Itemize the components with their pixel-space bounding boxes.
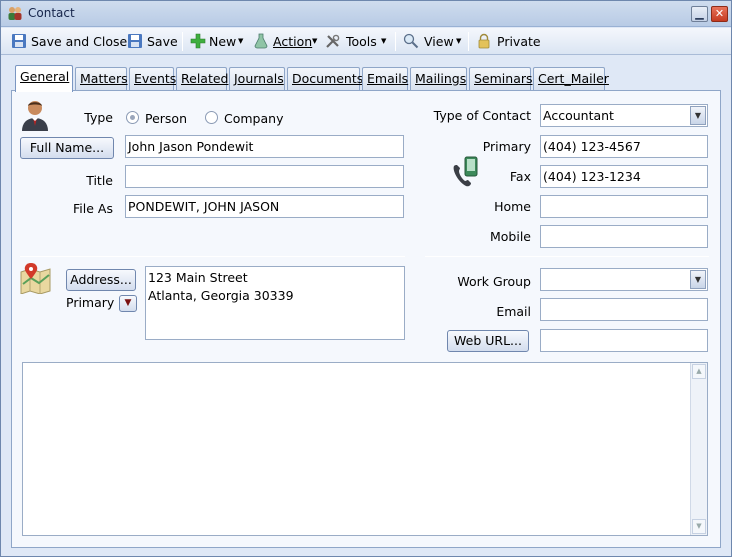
private-label: Private <box>497 34 541 49</box>
notes-scrollbar[interactable]: ▲ ▼ <box>690 363 707 535</box>
scroll-down-icon[interactable]: ▼ <box>692 519 706 534</box>
contacts-app-icon <box>8 7 22 20</box>
flask-icon <box>254 33 268 49</box>
chevron-down-icon: ▼ <box>238 37 244 45</box>
window-title: Contact <box>28 6 75 20</box>
person-icon <box>22 101 48 131</box>
web-url-button[interactable]: Web URL... <box>447 330 529 352</box>
scroll-up-icon[interactable]: ▲ <box>692 364 706 379</box>
type-person-label: Person <box>145 111 188 126</box>
section-divider <box>20 256 405 257</box>
address-line-1: 123 Main Street <box>148 270 248 285</box>
tab-cert-mailer[interactable]: Cert_Mailer <box>533 67 609 91</box>
chevron-down-icon: ▼ <box>312 37 318 45</box>
private-toggle-button[interactable]: Private <box>476 31 541 52</box>
toolbar-separator <box>468 32 469 51</box>
new-menu-button[interactable]: New ▼ <box>190 31 246 52</box>
map-pin-icon <box>20 263 51 294</box>
type-company-label: Company <box>224 111 284 126</box>
address-type-dropdown[interactable]: ▼ <box>119 295 137 312</box>
action-label: Action <box>273 34 313 49</box>
plus-icon <box>190 33 206 49</box>
title-field[interactable] <box>125 165 404 188</box>
view-menu-button[interactable]: View ▼ <box>403 31 463 52</box>
address-button[interactable]: Address... <box>66 269 136 291</box>
notes-textarea[interactable]: ▲ ▼ <box>22 362 708 536</box>
save-label: Save <box>147 34 178 49</box>
tab-mailings[interactable]: Mailings <box>410 67 467 91</box>
chevron-down-icon: ▼ <box>456 37 462 45</box>
file-as-label: File As <box>73 201 113 216</box>
email-field[interactable] <box>540 298 708 321</box>
chevron-down-icon[interactable]: ▼ <box>690 106 706 125</box>
save-and-close-button[interactable]: Save and Close <box>11 31 127 52</box>
tab-events[interactable]: Events <box>129 67 176 91</box>
tools-label: Tools <box>346 34 377 49</box>
file-as-field[interactable]: PONDEWIT, JOHN JASON <box>125 195 404 218</box>
mobile-phone-field[interactable] <box>540 225 708 248</box>
tools-menu-button[interactable]: Tools ▼ <box>325 31 389 52</box>
save-close-icon <box>12 34 26 48</box>
tab-documents[interactable]: Documents <box>287 67 363 91</box>
type-person-radio[interactable] <box>126 111 139 124</box>
save-close-label: Save and Close <box>31 34 128 49</box>
minimize-button[interactable]: ▁ <box>691 6 708 22</box>
tab-emails[interactable]: Emails <box>362 67 408 91</box>
close-button[interactable]: ✕ <box>711 6 728 22</box>
toolbar-separator <box>395 32 396 51</box>
section-divider <box>425 256 709 257</box>
fax-field[interactable]: (404) 123-1234 <box>540 165 708 188</box>
save-button[interactable]: Save <box>127 31 178 52</box>
lock-icon <box>478 33 490 49</box>
chevron-down-icon: ▼ <box>381 37 387 45</box>
title-bar: Contact ▁ ✕ <box>1 1 731 27</box>
tab-seminars[interactable]: Seminars <box>469 67 533 91</box>
title-label: Title <box>86 173 113 188</box>
view-label: View <box>424 34 454 49</box>
web-url-field[interactable] <box>540 329 708 352</box>
address-type-label: Primary <box>66 295 115 310</box>
home-phone-field[interactable] <box>540 195 708 218</box>
tools-icon <box>326 34 340 48</box>
work-group-label: Work Group <box>457 274 531 289</box>
chevron-down-icon[interactable]: ▼ <box>690 270 706 289</box>
mobile-phone-label: Mobile <box>489 229 531 244</box>
fax-label: Fax <box>509 169 531 184</box>
contact-window: Contact ▁ ✕ Save and Close Save New ▼ Ac… <box>0 0 732 557</box>
full-name-button[interactable]: Full Name... <box>20 137 114 159</box>
address-line-2: Atlanta, Georgia 30339 <box>148 288 294 303</box>
work-group-select[interactable]: ▼ <box>540 268 708 291</box>
tab-journals[interactable]: Journals <box>229 67 285 91</box>
address-field[interactable]: 123 Main Street Atlanta, Georgia 30339 <box>145 266 405 340</box>
tab-related[interactable]: Related <box>176 67 228 91</box>
new-label: New <box>209 34 237 49</box>
home-phone-label: Home <box>494 199 531 214</box>
full-name-field[interactable]: John Jason Pondewit <box>125 135 404 158</box>
primary-phone-field[interactable]: (404) 123-4567 <box>540 135 708 158</box>
save-icon <box>128 34 142 48</box>
tab-matters[interactable]: Matters <box>75 67 128 91</box>
type-of-contact-select[interactable]: Accountant ▼ <box>540 104 708 127</box>
type-of-contact-value: Accountant <box>543 108 614 123</box>
magnifier-icon <box>403 33 419 49</box>
type-label: Type <box>84 110 113 125</box>
toolbar: Save and Close Save New ▼ Action ▼ Tools… <box>1 28 731 55</box>
email-label: Email <box>496 304 531 319</box>
toolbar-separator <box>182 32 183 51</box>
action-menu-button[interactable]: Action ▼ <box>253 31 321 52</box>
tab-general[interactable]: General <box>15 65 73 92</box>
type-of-contact-label: Type of Contact <box>433 108 531 123</box>
primary-phone-label: Primary <box>482 139 531 154</box>
type-company-radio[interactable] <box>205 111 218 124</box>
